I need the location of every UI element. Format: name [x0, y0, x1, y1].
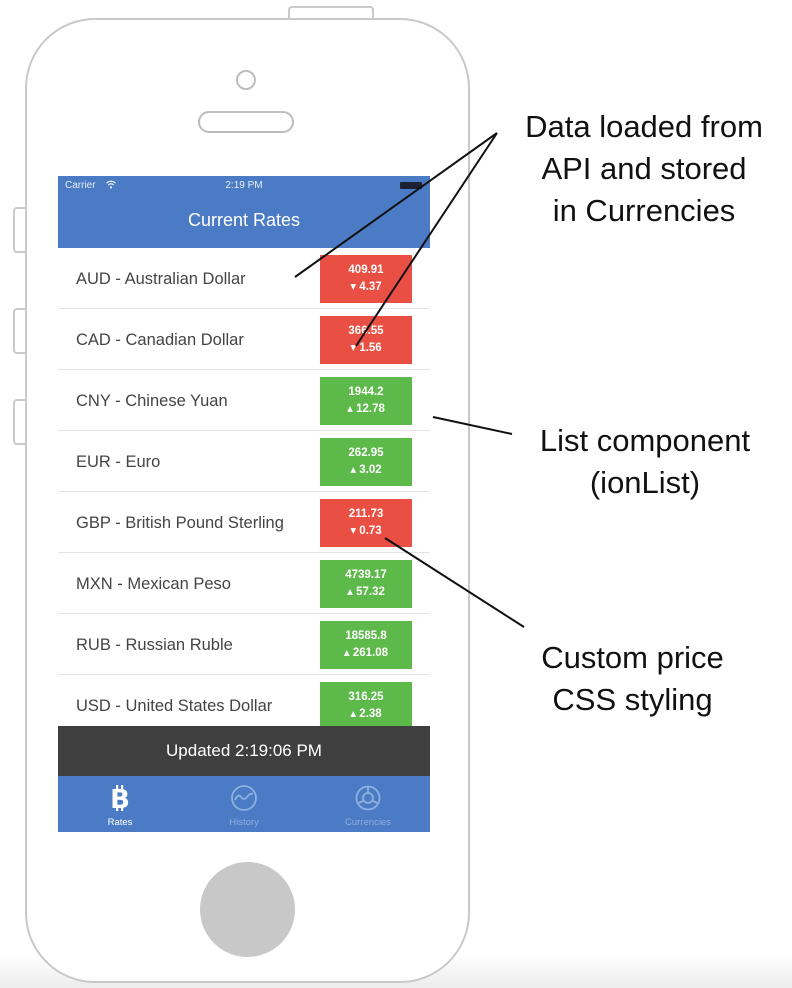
currency-row-cny[interactable]: CNY - Chinese Yuan 1944.2 ▴ 12.78: [58, 370, 430, 431]
arrow-up-icon: ▴: [347, 586, 353, 598]
currency-row-gbp[interactable]: GBP - British Pound Sterling 211.73 ▾ 0.…: [58, 492, 430, 553]
phone-home-button[interactable]: [200, 862, 295, 957]
phone-camera: [236, 70, 256, 90]
price-value: 18585.8: [345, 630, 387, 642]
price-value: 366.55: [348, 325, 384, 337]
annotation-line: in Currencies: [552, 193, 736, 228]
tab-bar: B Rates History Currencies: [58, 776, 430, 832]
currency-row-rub[interactable]: RUB - Russian Ruble 18585.8 ▴ 261.08: [58, 614, 430, 675]
tab-label: Currencies: [345, 817, 391, 828]
annotation-data-loaded: Data loaded from API and stored in Curre…: [508, 106, 780, 232]
app-header: Carrier 2:19 PM Current Rates: [58, 176, 430, 248]
annotation-line: (ionList): [589, 465, 701, 500]
price-badge: 4739.17 ▴ 57.32: [320, 560, 412, 608]
price-badge: 409.91 ▾ 4.37: [320, 255, 412, 303]
page-title: Current Rates: [187, 210, 301, 230]
price-badge: 1944.2 ▴ 12.78: [320, 377, 412, 425]
price-value: 4739.17: [345, 569, 387, 581]
updated-status-bar: Updated 2:19:06 PM: [58, 726, 430, 776]
phone-volume-up-button: [13, 308, 25, 354]
price-change: ▴ 261.08: [343, 647, 389, 659]
status-bar: Carrier 2:19 PM: [58, 176, 430, 196]
price-change: ▾ 4.37: [350, 281, 382, 293]
phone-power-button: [288, 6, 374, 18]
tab-label: Rates: [107, 817, 133, 828]
wifi-icon: [106, 180, 116, 189]
currency-label: EUR - Euro: [76, 453, 161, 471]
tab-history[interactable]: History: [182, 776, 306, 832]
currency-label: GBP - British Pound Sterling: [76, 514, 284, 532]
currency-label: MXN - Mexican Peso: [76, 575, 231, 593]
arrow-down-icon: ▾: [350, 281, 357, 293]
currency-row-cad[interactable]: CAD - Canadian Dollar 366.55 ▾ 1.56: [58, 309, 430, 370]
annotation-line: API and stored: [541, 151, 747, 186]
price-badge: 18585.8 ▴ 261.08: [320, 621, 412, 669]
currency-label: CAD - Canadian Dollar: [76, 331, 244, 349]
annotation-custom-price: Custom price CSS styling: [520, 637, 745, 721]
annotation-list-component: List component (ionList): [520, 420, 770, 504]
price-badge: 366.55 ▾ 1.56: [320, 316, 412, 364]
arrow-up-icon: ▴: [347, 403, 353, 415]
annotation-line: Custom price: [541, 640, 724, 675]
phone-volume-down-button: [13, 399, 25, 445]
status-time: 2:19 PM: [225, 180, 263, 191]
arrow-down-icon: ▾: [350, 342, 357, 354]
currency-label: RUB - Russian Ruble: [76, 636, 233, 654]
tab-rates[interactable]: B Rates: [58, 776, 182, 832]
price-change: ▾ 1.56: [350, 342, 382, 354]
annotation-line: CSS styling: [552, 682, 713, 717]
currency-label: USD - United States Dollar: [76, 697, 273, 715]
price-change: ▴ 57.32: [347, 586, 385, 598]
price-badge: 316.25 ▴ 2.38: [320, 682, 412, 730]
annotation-line: List component: [539, 423, 751, 458]
price-value: 262.95: [348, 447, 384, 459]
currency-list[interactable]: AUD - Australian Dollar 409.91 ▾ 4.37 CA…: [58, 248, 430, 736]
arrow-up-icon: ▴: [343, 647, 350, 659]
bitcoin-icon: B: [110, 785, 130, 812]
currency-label: CNY - Chinese Yuan: [76, 392, 228, 410]
price-badge: 262.95 ▴ 3.02: [320, 438, 412, 486]
phone-mute-switch: [13, 207, 25, 253]
arrow-up-icon: ▴: [350, 464, 357, 476]
tab-label: History: [229, 817, 259, 828]
price-value: 1944.2: [348, 386, 384, 398]
price-change: ▴ 12.78: [347, 403, 385, 415]
price-change: ▾ 0.73: [350, 525, 382, 537]
price-change: ▴ 3.02: [350, 464, 382, 476]
annotation-line: Data loaded from: [525, 109, 763, 144]
price-value: 211.73: [348, 508, 384, 520]
arrow-down-icon: ▾: [350, 525, 357, 537]
updated-timestamp: Updated 2:19:06 PM: [166, 741, 322, 760]
price-value: 316.25: [348, 691, 384, 703]
currency-label: AUD - Australian Dollar: [76, 270, 246, 288]
currency-row-eur[interactable]: EUR - Euro 262.95 ▴ 3.02: [58, 431, 430, 492]
price-value: 409.91: [348, 264, 384, 276]
history-chart-icon: [231, 785, 257, 811]
battery-icon: [400, 182, 422, 189]
gear-icon: [355, 785, 381, 811]
app-screen: Carrier 2:19 PM Current Rates AUD - Aust…: [58, 176, 430, 832]
phone-speaker: [198, 111, 294, 133]
arrow-up-icon: ▴: [350, 708, 357, 720]
svg-text:B: B: [110, 785, 130, 812]
tab-currencies[interactable]: Currencies: [306, 776, 430, 832]
status-carrier: Carrier: [65, 180, 96, 191]
price-badge: 211.73 ▾ 0.73: [320, 499, 412, 547]
price-change: ▴ 2.38: [350, 708, 382, 720]
currency-row-aud[interactable]: AUD - Australian Dollar 409.91 ▾ 4.37: [58, 248, 430, 309]
currency-row-mxn[interactable]: MXN - Mexican Peso 4739.17 ▴ 57.32: [58, 553, 430, 614]
